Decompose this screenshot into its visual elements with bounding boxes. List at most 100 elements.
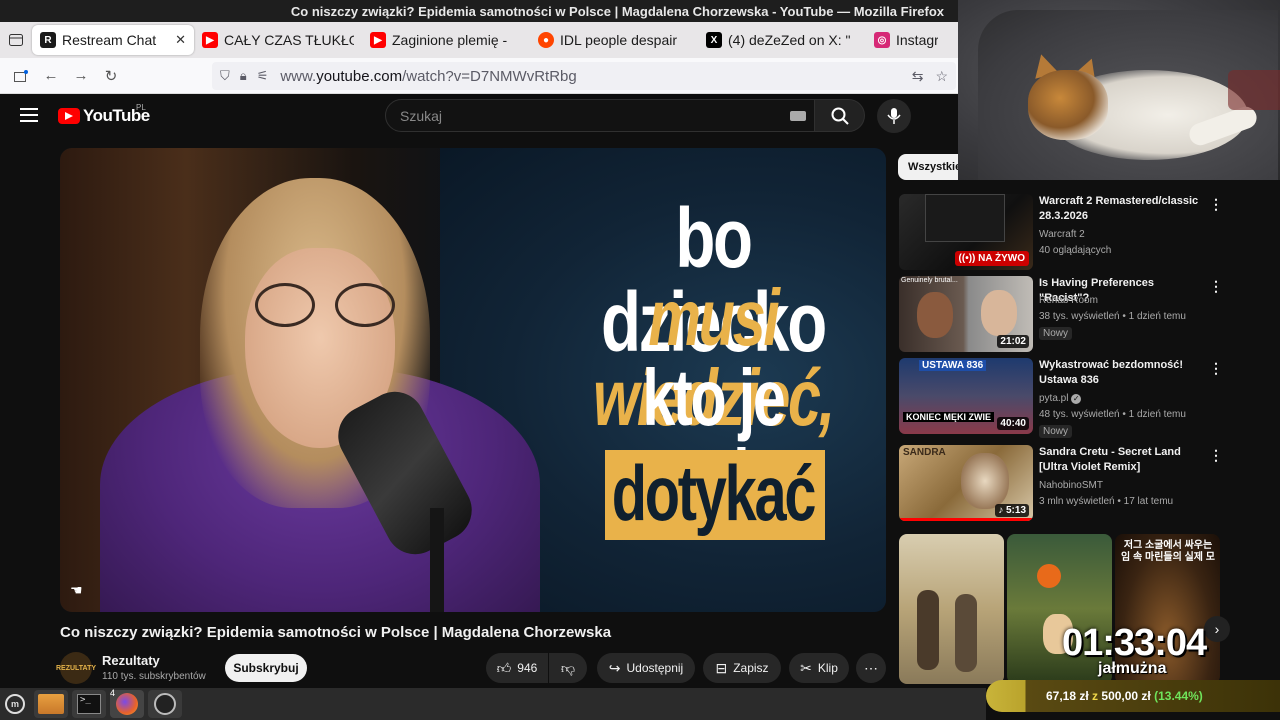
folder-icon — [38, 694, 64, 714]
video-thumbnail[interactable]: SANDRA ♪ 5:13 — [899, 445, 1033, 521]
recommendation-meta: 3 mln wyświetleń • 17 lat temu — [1039, 496, 1174, 507]
thumbs-down-icon: 👎︎ — [560, 659, 576, 676]
firefox-button[interactable]: 4 — [110, 688, 144, 718]
video-overlay-text: dotykać — [611, 449, 817, 537]
thumbnail-caption: Genuinely brutal... — [901, 277, 958, 284]
recommendation-item[interactable]: Genuinely brutal... 21:02 Is Having Pref… — [899, 276, 1223, 354]
youtube-logo[interactable]: YouTube PL — [58, 103, 150, 126]
recommendation-channel[interactable]: Rehab Room — [1039, 295, 1098, 306]
translate-icon[interactable]: ⇆ — [912, 68, 924, 85]
short-caption: 저그 소굴에서 싸우는 임 속 마린들의 실제 모 — [1121, 540, 1215, 563]
search-button[interactable] — [815, 99, 865, 132]
short-thumbnail[interactable] — [899, 534, 1004, 684]
tab-x[interactable]: X (4) deZeZed on X: " — [698, 25, 866, 55]
recommendation-item[interactable]: USTAWA 836 KONIEC MĘKI ZWIE 40:40 Wykast… — [899, 358, 1223, 438]
tab-label: (4) deZeZed on X: " — [728, 32, 851, 48]
recommendation-channel[interactable]: NahobinoSMT — [1039, 480, 1103, 491]
menu-icon[interactable] — [20, 108, 38, 122]
recommendation-meta: 40 oglądających — [1039, 245, 1112, 256]
sidebar-toggle-icon[interactable] — [6, 61, 36, 91]
like-button[interactable]: 👍︎ 946 — [486, 653, 548, 683]
share-button[interactable]: ↪ Udostępnij — [597, 653, 695, 683]
more-vertical-icon[interactable]: ⋮ — [1209, 360, 1223, 377]
save-button[interactable]: ⊟ Zapisz — [703, 653, 781, 683]
recommendation-item[interactable]: ((•)) NA ŻYWO Warcraft 2 Remastered/clas… — [899, 194, 1223, 272]
bookmark-star-icon[interactable]: ☆ — [935, 68, 948, 85]
thumbnail-caption: KONIEC MĘKI ZWIE — [903, 412, 994, 422]
back-icon[interactable]: ← — [36, 61, 66, 91]
navigation-bar: ← → ↻ ⛉ 🔒︎ ⚟ www.youtube.com/watch?v=D7N… — [0, 58, 958, 94]
url-text: www.youtube.com/watch?v=D7NMWvRtRbg — [280, 67, 577, 85]
window-title: Co niszczy związki? Epidemia samotności … — [290, 3, 944, 19]
tab-restream-chat[interactable]: R Restream Chat ✕ — [32, 25, 194, 55]
filter-chip-all[interactable]: Wszystkie — [898, 154, 958, 180]
goal-current: 67,18 zł — [1046, 689, 1089, 703]
search-placeholder: Szukaj — [400, 107, 443, 124]
obs-button[interactable] — [148, 690, 182, 718]
hand-cursor-icon: ☚ — [70, 582, 83, 598]
new-badge: Nowy — [1039, 425, 1073, 438]
goal-target: 500,00 zł — [1101, 689, 1151, 703]
recommendation-title[interactable]: Warcraft 2 Remastered/classic 28.3.2026 — [1039, 194, 1207, 224]
subscribe-button[interactable]: Subskrybuj — [225, 654, 307, 682]
video-thumbnail[interactable]: USTAWA 836 KONIEC MĘKI ZWIE 40:40 — [899, 358, 1033, 434]
url-bar[interactable]: ⛉ 🔒︎ ⚟ www.youtube.com/watch?v=D7NMWvRtR… — [212, 62, 956, 90]
mint-menu-icon: m — [5, 694, 25, 714]
clip-button[interactable]: ✂ Klip — [789, 653, 849, 683]
channel-name[interactable]: Rezultaty — [102, 653, 160, 668]
recommendation-channel[interactable]: pyta.pl ✓ — [1039, 393, 1082, 404]
video-duration: ♪ 5:13 — [995, 504, 1029, 517]
video-duration: 21:02 — [997, 335, 1029, 348]
close-icon[interactable]: ✕ — [175, 32, 186, 48]
more-icon: ⋯ — [864, 659, 878, 676]
video-thumbnail[interactable]: Genuinely brutal... 21:02 — [899, 276, 1033, 352]
tab-instagram[interactable]: ◎ Instagra — [866, 25, 946, 55]
tab-list-button[interactable] — [0, 22, 32, 58]
lock-icon[interactable]: 🔒︎ — [240, 68, 247, 84]
instagram-icon: ◎ — [874, 32, 890, 48]
tab-label: IDL people despair — [560, 32, 678, 48]
live-badge: ((•)) NA ŻYWO — [954, 251, 1029, 266]
recommendation-title[interactable]: Sandra Cretu - Secret Land [Ultra Violet… — [1039, 445, 1207, 475]
webcam-overlay — [958, 0, 1280, 180]
more-vertical-icon[interactable]: ⋮ — [1209, 196, 1223, 213]
keyboard-icon[interactable] — [790, 111, 806, 121]
permissions-icon[interactable]: ⚟ — [257, 68, 269, 84]
scissors-icon: ✂ — [800, 659, 812, 676]
taskbar: m >_ 4 — [0, 688, 986, 720]
start-menu-button[interactable]: m — [0, 690, 30, 718]
search-icon — [831, 107, 849, 125]
video-person-glasses — [255, 283, 410, 333]
recommendation-channel[interactable]: Warcraft 2 — [1039, 229, 1085, 240]
microphone-arm — [430, 508, 444, 612]
youtube-icon: ▶ — [370, 32, 386, 48]
forward-icon[interactable]: → — [66, 61, 96, 91]
youtube-play-icon — [58, 108, 80, 124]
recommendation-meta: 38 tys. wyświetleń • 1 dzień temu — [1039, 311, 1186, 322]
files-button[interactable] — [34, 690, 68, 718]
channel-avatar[interactable]: REZULTATY — [56, 652, 96, 684]
stream-timer-label: jałmużna — [1098, 660, 1167, 677]
like-count: 946 — [517, 661, 538, 675]
search-input[interactable]: Szukaj — [385, 99, 815, 132]
bookmark-icon: ⊟ — [715, 659, 728, 676]
recommendation-title[interactable]: Wykastrować bezdomność! Ustawa 836 — [1039, 358, 1207, 388]
tab-youtube-2[interactable]: ▶ Zaginione plemię - — [362, 25, 530, 55]
tab-bar: R Restream Chat ✕ ▶ CAŁY CZAS TŁUKŁO ▶ Z… — [0, 22, 958, 58]
tab-youtube-1[interactable]: ▶ CAŁY CZAS TŁUKŁO — [194, 25, 362, 55]
more-vertical-icon[interactable]: ⋮ — [1209, 278, 1223, 295]
chevron-right-icon[interactable]: › — [1204, 616, 1230, 642]
more-vertical-icon[interactable]: ⋮ — [1209, 447, 1223, 464]
tab-label: Zaginione plemię - — [392, 32, 508, 48]
tab-reddit[interactable]: ● IDL people despair — [530, 25, 698, 55]
terminal-button[interactable]: >_ — [72, 690, 106, 718]
video-thumbnail[interactable]: ((•)) NA ŻYWO — [899, 194, 1033, 270]
voice-search-button[interactable] — [877, 99, 911, 133]
dislike-button[interactable]: 👎︎ — [549, 653, 587, 683]
reload-icon[interactable]: ↻ — [96, 61, 126, 91]
more-actions-button[interactable]: ⋯ — [856, 653, 886, 683]
recommendation-item[interactable]: SANDRA ♪ 5:13 Sandra Cretu - Secret Land… — [899, 445, 1223, 523]
shield-icon[interactable]: ⛉ — [220, 68, 230, 84]
video-player[interactable]: bo dziecko musi wiedzieć, kto je może do… — [60, 148, 886, 612]
goal-separator: z — [1092, 689, 1099, 703]
